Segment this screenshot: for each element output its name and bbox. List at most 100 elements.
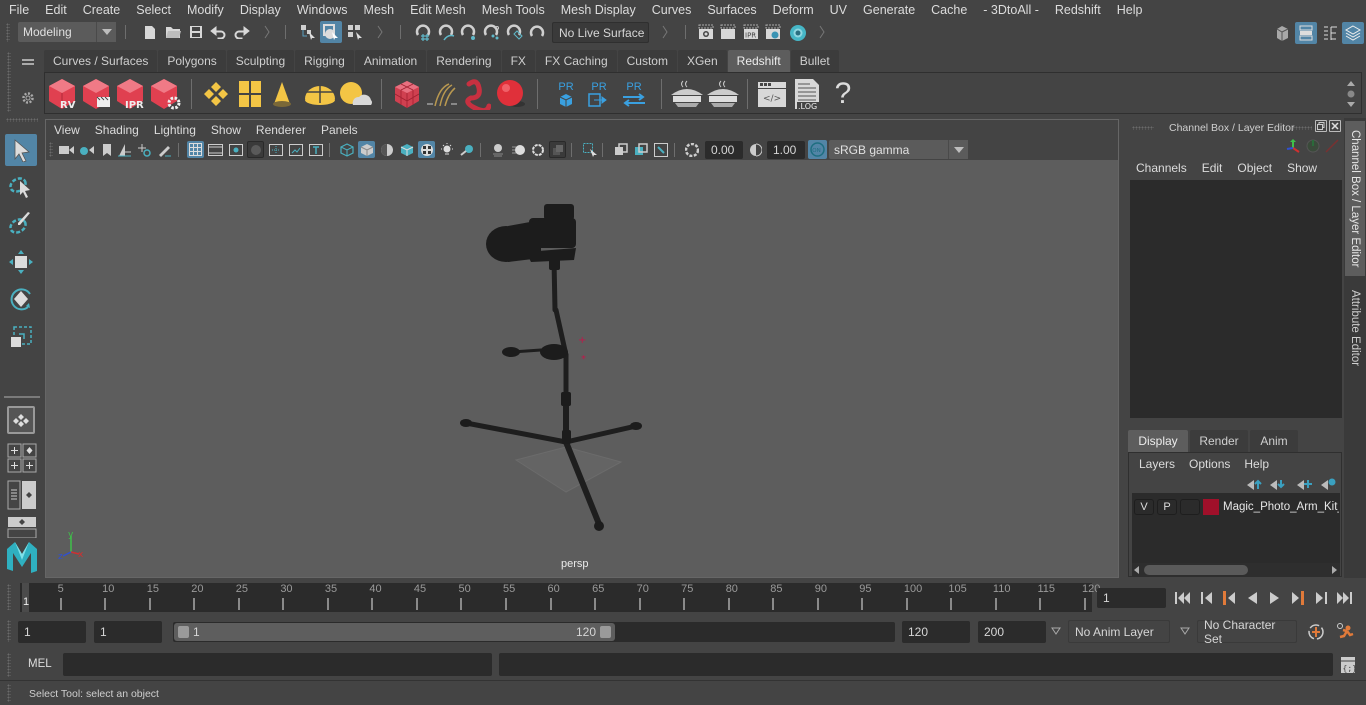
tab-attribute-editor[interactable]: Attribute Editor [1345, 278, 1365, 378]
menu-display[interactable]: Display [232, 3, 289, 17]
four-view-layout-icon[interactable] [7, 443, 37, 473]
shelf-grip[interactable] [7, 52, 11, 112]
3d-viewport[interactable]: + * y x z persp [46, 160, 1118, 577]
channel-box-menu-edit[interactable]: Edit [1195, 161, 1231, 175]
status-line-grip[interactable] [6, 23, 10, 42]
collapse-chevron-icon[interactable] [819, 25, 825, 39]
menu-3dtoall[interactable]: - 3DtoAll - [975, 3, 1047, 17]
undo-icon[interactable] [208, 23, 228, 41]
field-chart-icon[interactable] [267, 141, 284, 158]
viewport-menu-lighting[interactable]: Lighting [146, 123, 203, 137]
select-tool[interactable] [5, 134, 37, 166]
redshift-portal-light-icon[interactable] [237, 78, 263, 110]
menu-edit-mesh[interactable]: Edit Mesh [402, 3, 474, 17]
ipr-render-icon[interactable]: IPR [742, 23, 760, 41]
shelf-tab-rendering[interactable]: Rendering [427, 50, 501, 72]
safe-action-icon[interactable] [287, 141, 304, 158]
depth-of-field-icon[interactable] [549, 141, 566, 158]
grid-toggle-icon[interactable] [187, 141, 204, 158]
shelf-tab-xgen[interactable]: XGen [677, 50, 727, 72]
anti-aliasing-icon[interactable] [529, 141, 546, 158]
resolution-gate-icon[interactable] [227, 141, 244, 158]
redo-icon[interactable] [231, 23, 251, 41]
collapse-chevron-icon[interactable] [377, 25, 383, 39]
select-camera-icon[interactable] [58, 141, 75, 158]
new-layer-from-selection-icon[interactable] [1319, 477, 1337, 491]
default-material-icon[interactable] [378, 141, 395, 158]
menu-curves[interactable]: Curves [644, 3, 700, 17]
select-object-icon[interactable] [320, 21, 342, 43]
redshift-pr-mesh-icon[interactable]: PR [553, 77, 579, 111]
layer-tab-display[interactable]: Display [1128, 430, 1188, 452]
menu-file[interactable]: File [0, 3, 37, 17]
channel-box-attributes-area[interactable] [1130, 180, 1342, 418]
play-forwards-button[interactable] [1266, 589, 1284, 607]
help-line-grip[interactable] [7, 684, 11, 702]
redshift-curve-icon[interactable] [461, 77, 491, 111]
menu-mesh-tools[interactable]: Mesh Tools [474, 3, 553, 17]
tab-channel-box-layer-editor[interactable]: Channel Box / Layer Editor [1345, 121, 1365, 276]
xray-icon[interactable] [612, 141, 629, 158]
grease-pencil-icon[interactable] [156, 141, 173, 158]
render-view-icon[interactable] [697, 23, 715, 41]
move-layer-down-icon[interactable] [1268, 477, 1286, 491]
menu-select[interactable]: Select [128, 3, 179, 17]
time-slider[interactable]: 1 5 10 15 20 25 30 35 40 45 50 55 60 65 70 75 80 85 90 95 1… [20, 583, 1100, 612]
character-set-dropdown[interactable]: No Character Set [1197, 618, 1297, 646]
collapse-chevron-icon[interactable] [264, 25, 270, 39]
redshift-render-view-icon[interactable]: RV [47, 77, 79, 111]
redshift-proxy-icon[interactable] [393, 77, 421, 111]
redshift-pr-convert-icon[interactable]: PR [619, 77, 649, 111]
channel-box-toggle-icon[interactable] [1342, 22, 1364, 44]
menu-help[interactable]: Help [1109, 3, 1151, 17]
wireframe-icon[interactable] [338, 141, 355, 158]
playback-start-field[interactable]: 1 [94, 621, 162, 643]
shelf-tab-rigging[interactable]: Rigging [295, 50, 354, 72]
range-end-handle[interactable] [600, 626, 611, 638]
redshift-material-icon[interactable] [495, 77, 527, 111]
animation-start-field[interactable]: 1 [18, 621, 86, 643]
render-settings-icon[interactable] [764, 23, 782, 41]
redshift-bake-icon[interactable] [669, 77, 705, 111]
range-slider-grip[interactable] [7, 620, 11, 642]
shelf-tab-sculpting[interactable]: Sculpting [226, 50, 295, 72]
shelf-tab-fx-caching[interactable]: FX Caching [535, 50, 617, 72]
go-to-end-button[interactable] [1335, 589, 1353, 607]
range-start-handle[interactable] [178, 626, 189, 638]
script-editor-button[interactable]: {;} [1338, 654, 1358, 676]
redshift-ies-light-icon[interactable] [269, 78, 295, 110]
layer-row[interactable]: V P Magic_Photo_Arm_Kit_ [1134, 499, 1339, 517]
menu-surfaces[interactable]: Surfaces [699, 3, 764, 17]
close-panel-icon[interactable] [1329, 120, 1341, 132]
layer-playback-toggle[interactable]: P [1157, 499, 1177, 515]
shelf-tab-polygons[interactable]: Polygons [158, 50, 226, 72]
scrollbar-thumb[interactable] [1144, 565, 1248, 575]
single-perspective-layout-icon[interactable] [7, 406, 35, 434]
layer-list-scrollbar[interactable] [1132, 563, 1340, 577]
command-language-label[interactable]: MEL [28, 658, 52, 670]
channel-box-menu-channels[interactable]: Channels [1122, 161, 1195, 175]
layer-menu-layers[interactable]: Layers [1129, 457, 1182, 471]
hyperbolic-icon[interactable] [1324, 138, 1340, 154]
menu-generate[interactable]: Generate [855, 3, 923, 17]
step-forward-key-button[interactable] [1289, 589, 1307, 607]
panel-grip[interactable] [1292, 126, 1312, 130]
layer-tab-anim[interactable]: Anim [1250, 430, 1298, 452]
live-surface-field[interactable]: No Live Surface [552, 22, 649, 43]
select-component-icon[interactable] [345, 22, 365, 42]
snap-view-plane-icon[interactable] [481, 23, 501, 41]
viewport-menu-shading[interactable]: Shading [87, 123, 146, 137]
redshift-render-settings-icon[interactable] [149, 77, 183, 111]
channel-box-menu-show[interactable]: Show [1280, 161, 1325, 175]
redshift-batch-render-icon[interactable] [81, 77, 113, 111]
tool-settings-toggle-icon[interactable] [1320, 23, 1340, 43]
panel-grip[interactable] [1132, 126, 1154, 130]
redshift-ipr-icon[interactable]: IPR [115, 77, 147, 111]
anim-layer-dropdown[interactable]: No Anim Layer [1068, 620, 1170, 643]
time-slider-grip[interactable] [7, 584, 11, 610]
menuset-dropdown[interactable]: Modeling [18, 22, 116, 42]
use-all-lights-icon[interactable] [438, 141, 455, 158]
smooth-shade-icon[interactable] [358, 141, 375, 158]
animation-end-field[interactable]: 200 [978, 621, 1046, 643]
snap-surface-icon[interactable] [504, 23, 524, 41]
